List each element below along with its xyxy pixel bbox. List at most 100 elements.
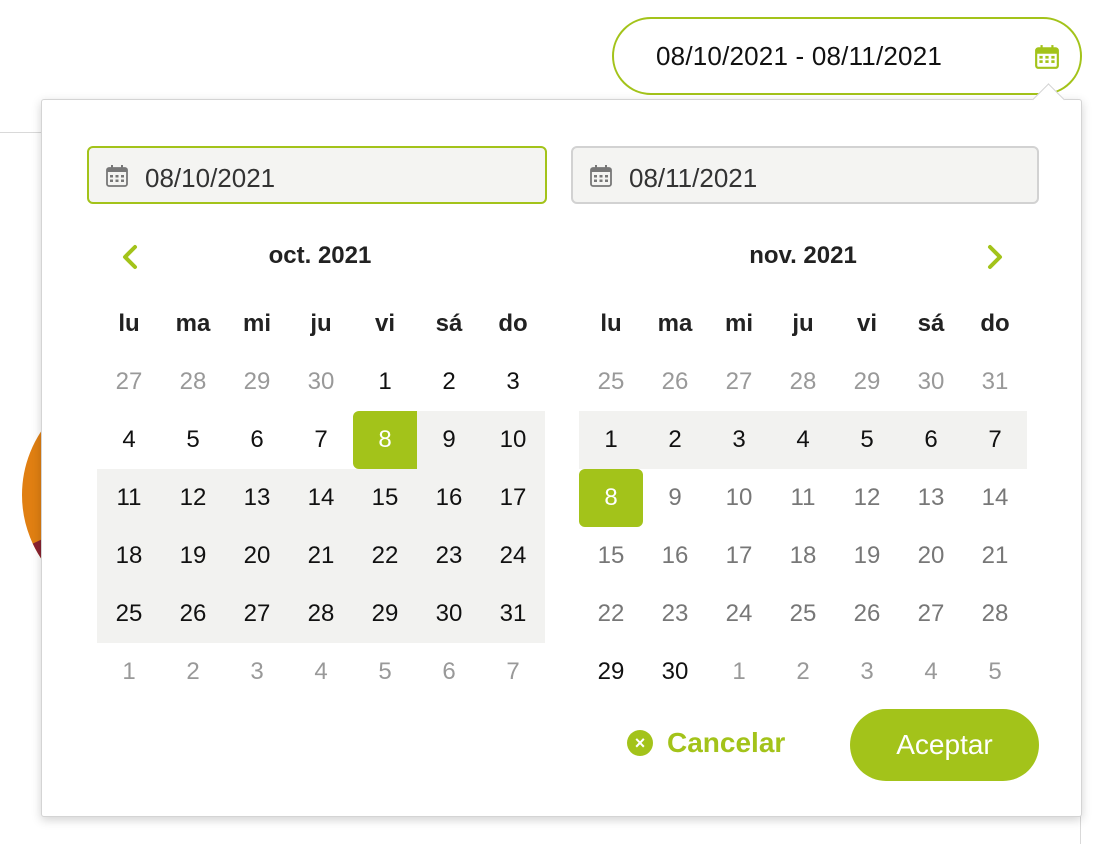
day-cell[interactable]: 27: [97, 353, 161, 411]
day-cell[interactable]: 30: [643, 643, 707, 701]
day-cell[interactable]: 7: [963, 411, 1027, 469]
day-cell[interactable]: 10: [707, 469, 771, 527]
day-cell[interactable]: 6: [899, 411, 963, 469]
weekday-label: do: [498, 310, 528, 337]
day-cell[interactable]: 22: [353, 527, 417, 585]
day-cell[interactable]: 26: [161, 585, 225, 643]
day-cell[interactable]: 11: [97, 469, 161, 527]
day-cell[interactable]: 3: [481, 353, 545, 411]
day-cell[interactable]: 1: [579, 411, 643, 469]
day-cell[interactable]: 4: [899, 643, 963, 701]
day-cell[interactable]: 17: [707, 527, 771, 585]
day-cell[interactable]: 16: [643, 527, 707, 585]
day-cell[interactable]: 29: [579, 643, 643, 701]
day-cell[interactable]: 1: [707, 643, 771, 701]
day-cell[interactable]: 3: [707, 411, 771, 469]
date-range-popup: 08/10/2021 08/11/2021 oct. 2021 nov. 202…: [41, 99, 1082, 817]
week-row: 15 16 17 18 19 20 21: [579, 527, 1027, 585]
end-date-input[interactable]: 08/11/2021: [571, 146, 1039, 204]
day-cell[interactable]: 25: [771, 585, 835, 643]
day-cell[interactable]: 9: [417, 411, 481, 469]
day-cell[interactable]: 3: [225, 643, 289, 701]
week-row: 29 30 1 2 3 4 5: [579, 643, 1027, 701]
day-cell[interactable]: 4: [97, 411, 161, 469]
day-cell[interactable]: 21: [963, 527, 1027, 585]
day-cell[interactable]: 27: [225, 585, 289, 643]
day-cell-selected[interactable]: 8: [579, 469, 643, 527]
day-cell[interactable]: 29: [835, 353, 899, 411]
day-cell[interactable]: 7: [289, 411, 353, 469]
day-cell[interactable]: 18: [97, 527, 161, 585]
day-cell[interactable]: 22: [579, 585, 643, 643]
day-cell[interactable]: 19: [835, 527, 899, 585]
day-cell[interactable]: 25: [97, 585, 161, 643]
day-cell[interactable]: 12: [161, 469, 225, 527]
weekday-label: ju: [792, 310, 814, 337]
day-cell[interactable]: 17: [481, 469, 545, 527]
day-cell[interactable]: 4: [771, 411, 835, 469]
day-cell[interactable]: 16: [417, 469, 481, 527]
day-cell[interactable]: 5: [835, 411, 899, 469]
week-row: 11 12 13 14 15 16 17: [97, 469, 545, 527]
date-range-trigger[interactable]: 08/10/2021 - 08/11/2021: [612, 17, 1082, 95]
day-cell[interactable]: 3: [835, 643, 899, 701]
day-cell[interactable]: 29: [353, 585, 417, 643]
weekday-label: lu: [600, 310, 622, 337]
day-cell[interactable]: 6: [417, 643, 481, 701]
day-cell[interactable]: 11: [771, 469, 835, 527]
day-cell[interactable]: 30: [289, 353, 353, 411]
day-cell[interactable]: 2: [643, 411, 707, 469]
calendar-icon: [1035, 45, 1059, 69]
day-cell[interactable]: 4: [289, 643, 353, 701]
day-cell[interactable]: 2: [771, 643, 835, 701]
day-cell[interactable]: 10: [481, 411, 545, 469]
chevron-left-icon[interactable]: [116, 242, 146, 272]
day-cell[interactable]: 27: [707, 353, 771, 411]
day-cell[interactable]: 5: [161, 411, 225, 469]
day-cell[interactable]: 31: [481, 585, 545, 643]
day-cell[interactable]: 1: [97, 643, 161, 701]
day-cell[interactable]: 5: [963, 643, 1027, 701]
day-cell[interactable]: 23: [417, 527, 481, 585]
day-cell[interactable]: 18: [771, 527, 835, 585]
day-cell[interactable]: 27: [899, 585, 963, 643]
day-cell[interactable]: 24: [481, 527, 545, 585]
day-cell[interactable]: 20: [225, 527, 289, 585]
day-cell-selected[interactable]: 8: [353, 411, 417, 469]
day-cell[interactable]: 31: [963, 353, 1027, 411]
day-cell[interactable]: 7: [481, 643, 545, 701]
day-cell[interactable]: 28: [289, 585, 353, 643]
day-cell[interactable]: 26: [643, 353, 707, 411]
day-cell[interactable]: 14: [289, 469, 353, 527]
day-cell[interactable]: 21: [289, 527, 353, 585]
day-cell[interactable]: 14: [963, 469, 1027, 527]
day-cell[interactable]: 13: [899, 469, 963, 527]
day-cell[interactable]: 9: [643, 469, 707, 527]
day-cell[interactable]: 2: [417, 353, 481, 411]
day-cell[interactable]: 28: [771, 353, 835, 411]
day-cell[interactable]: 28: [963, 585, 1027, 643]
day-cell[interactable]: 23: [643, 585, 707, 643]
chevron-right-icon[interactable]: [979, 242, 1009, 272]
day-cell[interactable]: 1: [353, 353, 417, 411]
day-cell[interactable]: 15: [353, 469, 417, 527]
cancel-button[interactable]: × Cancelar: [627, 725, 785, 761]
day-cell[interactable]: 26: [835, 585, 899, 643]
day-cell[interactable]: 19: [161, 527, 225, 585]
accept-button[interactable]: Aceptar: [850, 709, 1039, 781]
day-cell[interactable]: 29: [225, 353, 289, 411]
day-cell[interactable]: 5: [353, 643, 417, 701]
day-cell[interactable]: 13: [225, 469, 289, 527]
weekday-header-row: lu ma mi ju vi sá do: [97, 295, 545, 353]
day-cell[interactable]: 2: [161, 643, 225, 701]
day-cell[interactable]: 30: [417, 585, 481, 643]
day-cell[interactable]: 12: [835, 469, 899, 527]
day-cell[interactable]: 25: [579, 353, 643, 411]
day-cell[interactable]: 28: [161, 353, 225, 411]
day-cell[interactable]: 20: [899, 527, 963, 585]
day-cell[interactable]: 15: [579, 527, 643, 585]
day-cell[interactable]: 24: [707, 585, 771, 643]
start-date-input[interactable]: 08/10/2021: [87, 146, 547, 204]
day-cell[interactable]: 30: [899, 353, 963, 411]
day-cell[interactable]: 6: [225, 411, 289, 469]
